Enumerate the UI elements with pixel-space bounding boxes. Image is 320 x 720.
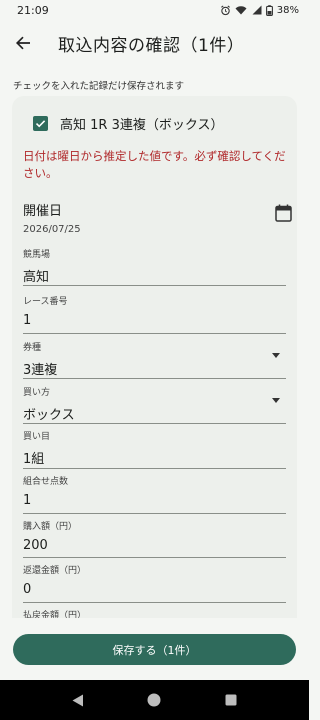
arrow-back-icon [15,36,30,50]
hint-text: チェックを入れた記録だけ保存されます [13,81,185,92]
date-value: 2026/07/25 [23,224,81,235]
racecourse-field[interactable]: 競馬場 高知 [23,247,286,286]
race-number-field[interactable]: レース番号 1 [23,294,286,334]
ticket-type-select[interactable]: 券種 3連複 [23,340,286,379]
selection-value: 1組 [23,452,45,467]
warning-message: 日付は曜日から推定した値です。必ず確認してください。 [23,149,286,180]
page-title: 取込内容の確認（1件） [58,35,245,56]
bet-method-select[interactable]: 買い方 ボックス [23,385,286,424]
calendar-icon[interactable] [275,204,292,222]
battery-icon [265,4,273,16]
wifi-icon [235,6,247,15]
racecourse-label: 競馬場 [23,250,51,260]
bet-method-label: 買い方 [23,388,51,398]
check-icon [35,120,46,128]
refund-amount-value: 0 [23,582,32,597]
back-button[interactable] [1,22,45,64]
record-title: 高知 1R 3連複（ボックス） [60,118,224,133]
record-checkbox[interactable] [33,116,48,131]
dropdown-arrow-icon [272,398,280,403]
record-header: 高知 1R 3連複（ボックス） [33,114,223,133]
status-time: 21:09 [17,3,49,17]
combination-count-field[interactable]: 組合せ点数 1 [23,474,286,514]
ticket-type-value: 3連複 [23,363,58,378]
refund-amount-label: 返還金額（円） [23,566,87,576]
ticket-type-label: 券種 [23,343,42,353]
status-bar: 21:09 38% [0,0,309,20]
app-bar: 取込内容の確認（1件） [0,22,309,64]
system-nav-bar [0,680,309,720]
battery-percent: 38% [276,4,299,16]
selection-label: 買い目 [23,432,51,442]
record-card: 高知 1R 3連複（ボックス） 日付は曜日から推定した値です。必ず確認してくださ… [12,96,297,656]
dropdown-arrow-icon [272,353,280,358]
status-icons: 38% [220,5,299,16]
date-picker-field[interactable]: 開催日 2026/07/25 [23,200,292,236]
race-number-label: レース番号 [23,297,68,307]
nav-recents-icon[interactable] [225,694,237,706]
nav-home-icon[interactable] [147,693,161,707]
refund-amount-field[interactable]: 返還金額（円） 0 [23,563,286,603]
save-button[interactable]: 保存する（1件） [13,634,296,665]
nav-back-icon[interactable] [72,694,84,707]
alarm-icon [220,5,230,15]
bet-method-value: ボックス [23,408,75,423]
purchase-amount-value: 200 [23,538,48,553]
combination-count-label: 組合せ点数 [23,477,69,487]
purchase-amount-label: 購入額（円） [23,522,78,532]
racecourse-value: 高知 [23,270,50,285]
date-label: 開催日 [23,204,63,219]
bottom-bar: 保存する（1件） [0,618,309,680]
selection-field[interactable]: 買い目 1組 [23,429,286,469]
combination-count-value: 1 [23,493,32,508]
race-number-value: 1 [23,313,32,328]
signal-icon [252,5,262,15]
purchase-amount-field[interactable]: 購入額（円） 200 [23,519,286,558]
